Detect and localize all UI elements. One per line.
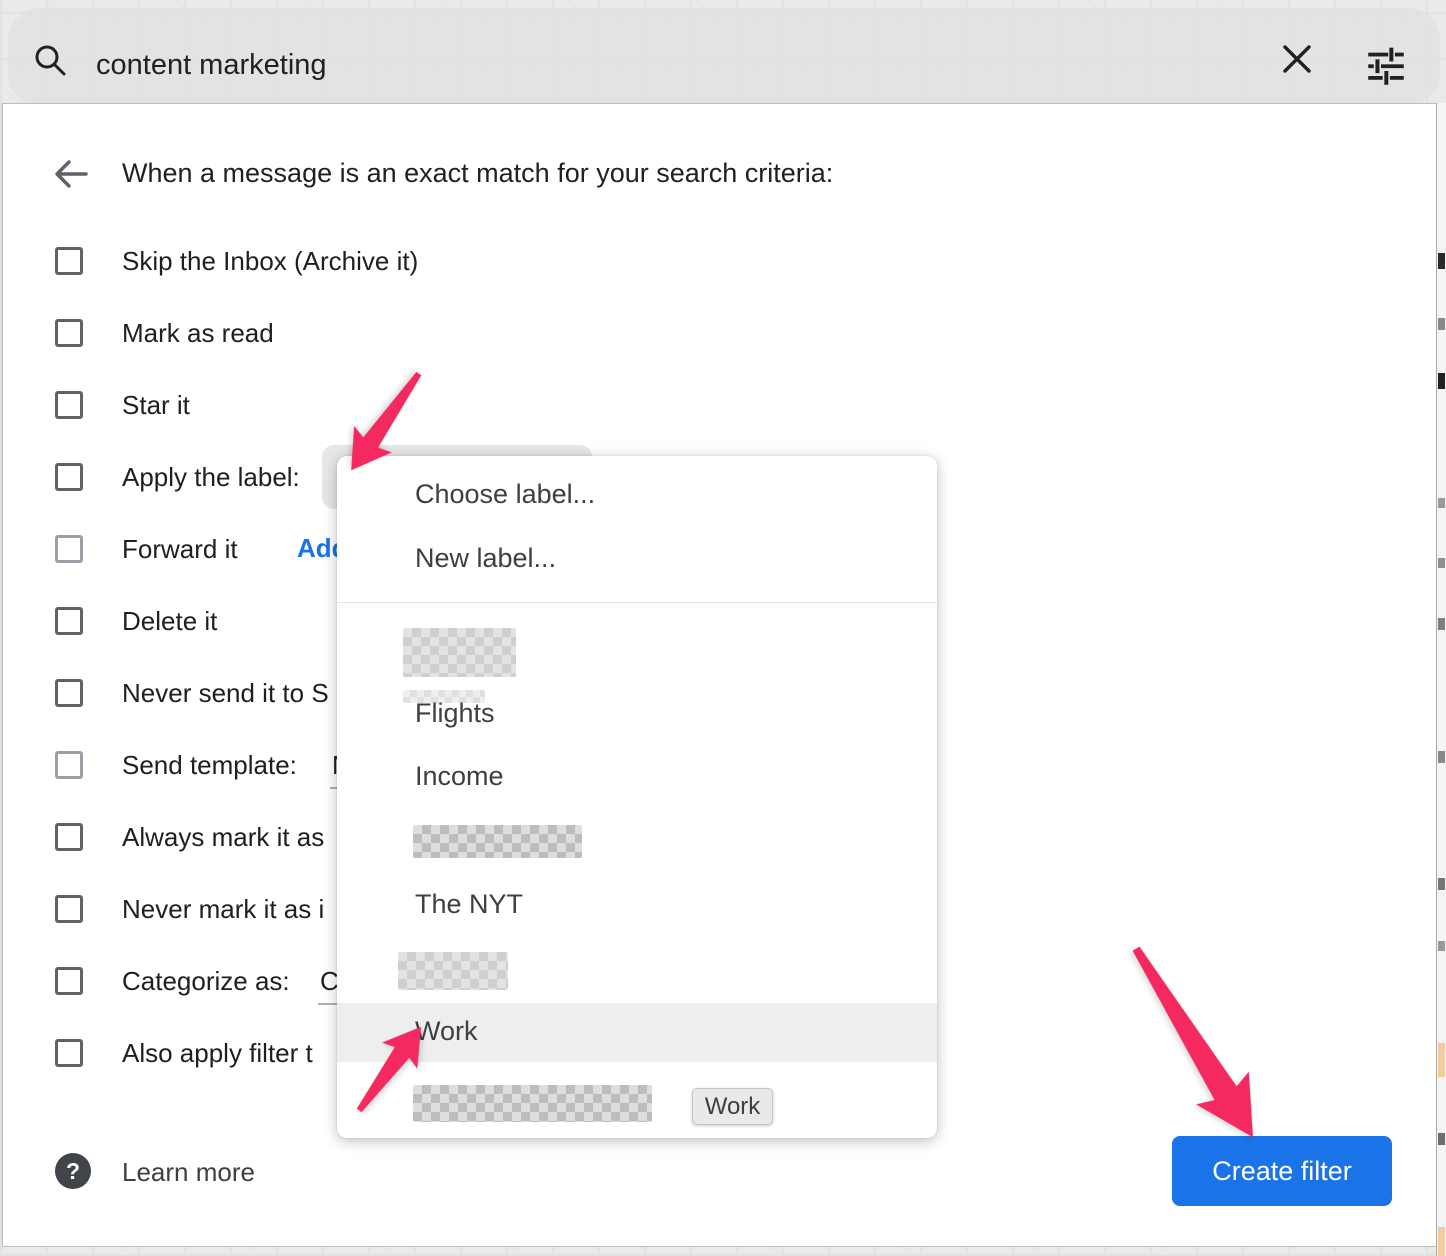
checkbox-mark-as-read[interactable]: [55, 319, 83, 347]
filter-row-mark-as-read: Mark as read: [55, 297, 1155, 369]
menu-item-redacted[interactable]: [398, 952, 508, 990]
learn-more-link[interactable]: Learn more: [122, 1157, 255, 1188]
menu-item-redacted[interactable]: [413, 1085, 652, 1122]
checkbox-categorize-as[interactable]: [55, 967, 83, 995]
work-tooltip: Work: [692, 1088, 773, 1125]
create-filter-button[interactable]: Create filter: [1172, 1136, 1392, 1206]
menu-item-the-nyt[interactable]: The NYT: [415, 889, 523, 920]
checkbox-always-important[interactable]: [55, 823, 83, 851]
filter-label: Mark as read: [122, 318, 274, 349]
filter-label: Also apply filter t: [122, 1038, 313, 1069]
filter-label: Delete it: [122, 606, 217, 637]
back-arrow-icon[interactable]: [52, 157, 90, 191]
filter-row-skip-inbox: Skip the Inbox (Archive it): [55, 225, 1155, 297]
filter-label: Skip the Inbox (Archive it): [122, 246, 418, 277]
filter-label: Always mark it as: [122, 822, 324, 853]
menu-item-redacted[interactable]: [413, 825, 582, 858]
checkbox-send-template[interactable]: [55, 751, 83, 779]
filter-label: Never send it to S: [122, 678, 329, 709]
help-question-mark-icon[interactable]: ?: [55, 1153, 91, 1189]
search-input[interactable]: content marketing: [96, 49, 327, 82]
checkbox-also-apply[interactable]: [55, 1039, 83, 1067]
checkbox-forward-it[interactable]: [55, 535, 83, 563]
menu-item-income[interactable]: Income: [415, 761, 504, 792]
checkbox-never-important[interactable]: [55, 895, 83, 923]
menu-divider: [337, 602, 937, 603]
checkbox-never-spam[interactable]: [55, 679, 83, 707]
checkbox-skip-inbox[interactable]: [55, 247, 83, 275]
checkbox-delete-it[interactable]: [55, 607, 83, 635]
menu-item-new-label[interactable]: New label...: [415, 543, 556, 574]
filter-label: Forward it: [122, 534, 238, 565]
menu-item-redacted[interactable]: [403, 628, 516, 677]
search-bar[interactable]: content marketing: [8, 8, 1440, 105]
background-page-sliver: [1436, 103, 1446, 1256]
search-options-tune-icon[interactable]: [1366, 46, 1406, 86]
filter-label: Categorize as:: [122, 966, 290, 997]
filter-label: Never mark it as i: [122, 894, 324, 925]
menu-item-choose-label[interactable]: Choose label...: [415, 479, 595, 510]
gmail-filter-screen: content marketing When a message is an e…: [0, 0, 1446, 1256]
filter-label: Star it: [122, 390, 190, 421]
filter-row-star-it: Star it: [55, 369, 1155, 441]
menu-item-flights[interactable]: Flights: [415, 698, 495, 729]
checkbox-apply-label[interactable]: [55, 463, 83, 491]
clear-search-icon[interactable]: [1280, 42, 1314, 76]
checkbox-star-it[interactable]: [55, 391, 83, 419]
search-icon: [32, 42, 70, 80]
filter-label: Send template:: [122, 750, 297, 781]
page-title: When a message is an exact match for you…: [122, 158, 833, 189]
filter-label: Apply the label:: [122, 462, 300, 493]
